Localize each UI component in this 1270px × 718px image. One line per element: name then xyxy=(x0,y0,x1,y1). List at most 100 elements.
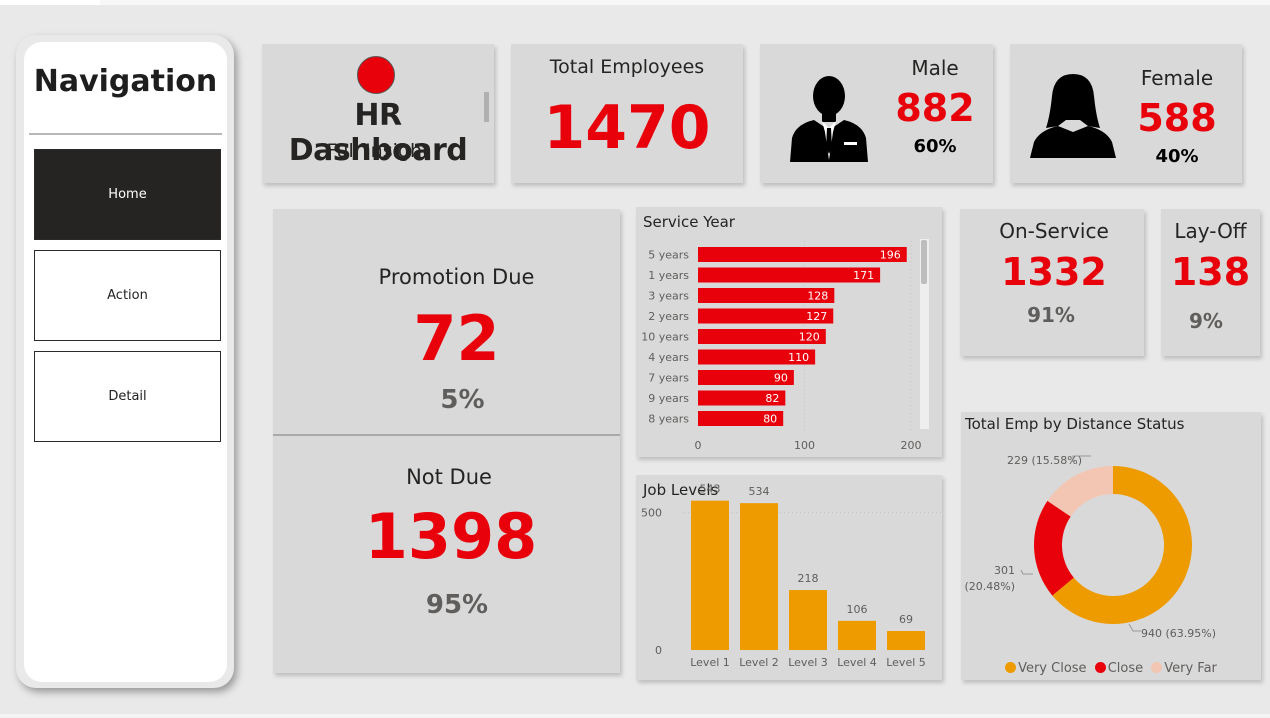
service-year-category-label: 2 years xyxy=(648,310,689,323)
job-levels-tick-label: 0 xyxy=(655,644,662,657)
service-year-category-label: 8 years xyxy=(648,413,689,426)
promotion-due-percent: 5% xyxy=(440,385,485,415)
lay-off-card: Lay-Off 138 9% xyxy=(1161,209,1260,356)
job-levels-data-label: 534 xyxy=(749,485,770,498)
detail-button[interactable]: Detail xyxy=(34,351,221,442)
very-far-dot-icon xyxy=(1151,662,1163,673)
scroll-indicator xyxy=(484,92,489,122)
job-levels-category-label: Level 3 xyxy=(788,656,828,669)
female-value: 588 xyxy=(1137,96,1217,140)
top-strip xyxy=(0,0,1270,5)
page-tab[interactable] xyxy=(0,0,100,5)
legend-item-close[interactable]: Close xyxy=(1094,661,1144,676)
female-percent: 40% xyxy=(1155,146,1199,167)
legend-item-very-close[interactable]: Very Close xyxy=(1005,661,1087,676)
service-year-category-label: 3 years xyxy=(648,290,689,303)
service-year-category-label: 5 years xyxy=(648,249,689,262)
promotion-divider xyxy=(273,434,620,436)
service-year-category-label: 1 years xyxy=(648,269,689,282)
job-levels-category-label: Level 2 xyxy=(739,656,779,669)
job-levels-bar[interactable] xyxy=(740,503,778,650)
service-year-category-label: 7 years xyxy=(648,372,689,385)
job-levels-data-label: 69 xyxy=(899,613,913,626)
total-employees-value: 1470 xyxy=(543,93,711,163)
job-levels-data-label: 543 xyxy=(700,483,721,496)
hr-logo-icon xyxy=(357,56,395,94)
service-year-category-label: 4 years xyxy=(648,351,689,364)
service-year-data-label: 82 xyxy=(765,392,779,405)
service-year-data-label: 120 xyxy=(799,331,820,344)
promotion-due-value: 72 xyxy=(413,302,500,375)
service-year-data-label: 127 xyxy=(806,310,827,323)
on-service-card: On-Service 1332 91% xyxy=(960,209,1144,356)
service-year-tick-label: 100 xyxy=(794,439,815,452)
on-service-value: 1332 xyxy=(1001,250,1107,294)
service-year-chart: 5 years 196 1 years 171 3 years 128 2 years 127… xyxy=(641,239,929,452)
service-year-data-label: 110 xyxy=(788,351,809,364)
promotion-due-label: Promotion Due xyxy=(378,265,535,289)
not-due-label: Not Due xyxy=(406,465,492,489)
donut-slice-close[interactable] xyxy=(1034,500,1074,596)
service-year-category-label: 10 years xyxy=(641,331,689,344)
lay-off-value: 138 xyxy=(1170,250,1251,294)
male-value: 882 xyxy=(895,86,975,130)
total-employees-label: Total Employees xyxy=(549,56,705,78)
bottom-strip xyxy=(0,714,1270,718)
female-label: Female xyxy=(1140,66,1214,90)
lay-off-label: Lay-Off xyxy=(1174,219,1247,243)
job-levels-bar[interactable] xyxy=(789,590,827,650)
leader-line xyxy=(1020,569,1033,575)
female-person-icon xyxy=(1030,74,1116,158)
not-due-percent: 95% xyxy=(425,590,489,620)
home-button[interactable]: Home xyxy=(34,149,221,240)
on-service-percent: 91% xyxy=(1027,303,1075,327)
dashboard-subtitle: Full Insight xyxy=(326,140,430,162)
job-levels-bar[interactable] xyxy=(691,500,729,650)
job-levels-tick-label: 500 xyxy=(641,507,662,520)
donut-data-label: 301 xyxy=(994,564,1015,577)
job-levels-bar[interactable] xyxy=(887,631,925,650)
job-levels-card: Job Levels 0 500 543 Level 1 534 Level 2 218 Le… xyxy=(636,475,942,680)
not-due-value: 1398 xyxy=(364,500,538,573)
male-percent: 60% xyxy=(913,136,957,157)
lay-off-percent: 9% xyxy=(1189,309,1223,333)
very-close-dot-icon xyxy=(1005,662,1017,673)
job-levels-chart: 0 500 543 Level 1 534 Level 2 218 Level 3 106 Lev… xyxy=(641,483,942,669)
male-label: Male xyxy=(911,56,959,80)
header-card: HR Dashboard Full Insight xyxy=(262,44,494,183)
leader-line xyxy=(1128,623,1141,632)
navigation-panel: Navigation Home Action Detail xyxy=(16,35,234,688)
job-levels-data-label: 106 xyxy=(847,603,868,616)
female-card: Female 588 40% xyxy=(1010,44,1242,183)
legend-label-close: Close xyxy=(1107,661,1144,676)
donut-data-label: 940 (63.95%) xyxy=(1141,627,1216,640)
distance-status-chart: 940 (63.95%) 301 (20.48%) 229 (15.58%) xyxy=(964,454,1216,640)
service-year-category-label: 9 years xyxy=(648,392,689,405)
navigation-inner: Navigation Home Action Detail xyxy=(24,42,227,682)
service-year-bar[interactable] xyxy=(698,247,907,262)
service-year-data-label: 90 xyxy=(774,372,788,385)
service-year-scroll-thumb[interactable] xyxy=(921,240,927,284)
navigation-divider xyxy=(29,133,222,135)
job-levels-category-label: Level 5 xyxy=(886,656,926,669)
action-button[interactable]: Action xyxy=(34,250,221,341)
job-levels-category-label: Level 4 xyxy=(837,656,877,669)
legend-item-very-far[interactable]: Very Far xyxy=(1151,661,1217,676)
distance-status-card: Total Emp by Distance Status 940 (63.95%… xyxy=(961,412,1261,680)
on-service-label: On-Service xyxy=(999,219,1109,243)
service-year-data-label: 171 xyxy=(853,269,874,282)
donut-data-label: (20.48%) xyxy=(964,580,1015,593)
service-year-data-label: 128 xyxy=(807,290,828,303)
male-card: Male 882 60% xyxy=(760,44,993,183)
promotion-card: Promotion Due 72 5% Not Due 1398 95% xyxy=(273,209,620,673)
job-levels-data-label: 218 xyxy=(798,572,819,585)
donut-data-label: 229 (15.58%) xyxy=(1007,454,1082,467)
legend-label-very-far: Very Far xyxy=(1164,661,1217,676)
service-year-tick-label: 0 xyxy=(695,439,702,452)
job-levels-bar[interactable] xyxy=(838,620,876,650)
legend-label-very-close: Very Close xyxy=(1018,661,1087,676)
service-year-tick-label: 200 xyxy=(901,439,922,452)
total-employees-card: Total Employees 1470 xyxy=(511,44,743,183)
job-levels-category-label: Level 1 xyxy=(690,656,730,669)
service-year-data-label: 196 xyxy=(880,249,901,262)
